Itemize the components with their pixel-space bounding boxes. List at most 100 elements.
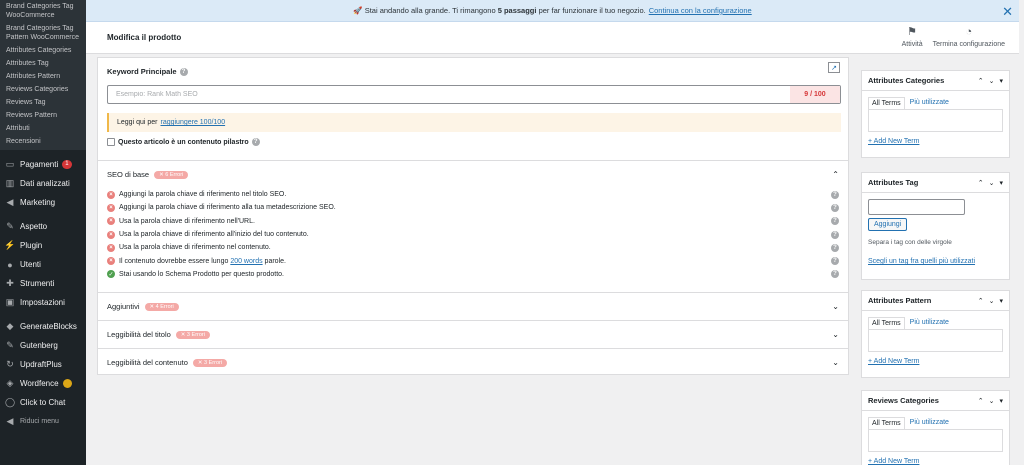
focus-keyword-input[interactable]	[108, 86, 790, 103]
submenu-attributi[interactable]: Attributi	[0, 122, 86, 135]
submenu-reviews-categories[interactable]: Reviews Categories	[0, 83, 86, 96]
sidebar-item-updraftplus[interactable]: ↻ UpdraftPlus	[0, 355, 86, 374]
window-scrollbar[interactable]	[1019, 0, 1024, 465]
tab-most-used[interactable]: Più utilizzate	[905, 317, 954, 329]
sidebar-item-label: Impostazioni	[20, 298, 65, 307]
pillar-content-option[interactable]: Questo articolo è un contenuto pilastro …	[107, 138, 260, 146]
chevron-down-icon[interactable]: ⌄	[989, 77, 995, 85]
tab-all-terms[interactable]: All Terms	[868, 97, 905, 109]
sidebar-item-gutenberg[interactable]: ✎ Gutenberg	[0, 336, 86, 355]
submenu-recensioni[interactable]: Recensioni	[0, 135, 86, 148]
chevron-down-icon[interactable]: ⌄	[989, 297, 995, 305]
section-content-readability: Leggibilità del contenuto ✕ 3 Errori ⌄	[98, 348, 848, 376]
section-header[interactable]: Leggibilità del contenuto ✕ 3 Errori ⌄	[98, 349, 848, 376]
caret-down-icon[interactable]: ▾	[999, 179, 1003, 187]
sidebar-item-wordfence[interactable]: ◈ Wordfence	[0, 374, 86, 393]
section-header[interactable]: Aggiuntivi ✕ 4 Errori ⌄	[98, 293, 848, 320]
sidebar-item-plugin[interactable]: ⚡ Plugin	[0, 236, 86, 255]
chevron-up-icon[interactable]: ⌃	[978, 397, 984, 405]
sidebar-item-dati-analizzati[interactable]: ▥ Dati analizzati	[0, 174, 86, 193]
chevron-up-icon[interactable]: ⌃	[978, 297, 984, 305]
caret-down-icon[interactable]: ▾	[999, 77, 1003, 85]
error-icon: ×	[107, 243, 115, 252]
choose-tag-link[interactable]: Scegli un tag fra quelli più utilizzati	[868, 258, 1003, 265]
sidebar-item-utenti[interactable]: ● Utenti	[0, 255, 86, 274]
help-icon[interactable]: ?	[831, 243, 839, 252]
tab-all-terms[interactable]: All Terms	[868, 317, 905, 329]
tag-input[interactable]	[868, 199, 965, 215]
trends-icon[interactable]: ↗	[828, 62, 840, 73]
activity-button[interactable]: ⚑ Attività	[902, 27, 923, 49]
submenu-brand-categories-tag-pattern[interactable]: Brand Categories Tag Pattern WooCommerce	[0, 22, 86, 44]
chevron-down-icon[interactable]: ⌄	[989, 179, 995, 187]
tab-most-used[interactable]: Più utilizzate	[905, 417, 954, 429]
score-hint: Leggi qui per raggiungere 100/100	[107, 113, 841, 132]
error-count-badge: ✕ 4 Errori	[144, 302, 179, 311]
submenu-attributes-pattern[interactable]: Attributes Pattern	[0, 70, 86, 83]
help-icon[interactable]: ?	[831, 257, 839, 266]
add-new-term-link[interactable]: + Add New Term	[868, 138, 1003, 145]
add-tag-button[interactable]: Aggiungi	[868, 218, 908, 231]
sidebar-item-click-to-chat[interactable]: ◯ Click to Chat	[0, 393, 86, 412]
chevron-down-icon[interactable]: ⌄	[832, 330, 839, 339]
help-icon[interactable]: ?	[831, 203, 839, 212]
sidebar-item-generateblocks[interactable]: ◆ GenerateBlocks	[0, 317, 86, 336]
collapse-menu-button[interactable]: ◀ Riduci menu	[0, 412, 86, 431]
continue-setup-link[interactable]: Continua con la configurazione	[649, 6, 752, 15]
section-aggiuntivi: Aggiuntivi ✕ 4 Errori ⌄	[98, 292, 848, 320]
brush-icon: ✎	[6, 221, 14, 231]
error-icon: ×	[107, 230, 115, 239]
box-header: Attributes Categories ⌃ ⌄ ▾	[862, 71, 1009, 91]
terms-list	[868, 429, 1003, 452]
caret-down-icon[interactable]: ▾	[999, 397, 1003, 405]
tab-most-used[interactable]: Più utilizzate	[905, 97, 954, 109]
tag-help-text: Separa i tag con delle virgole	[868, 239, 952, 246]
help-icon[interactable]: ?	[831, 270, 839, 279]
check-item: × Usa la parola chiave di riferimento nel…	[107, 241, 839, 254]
app-frame: Brand Categories Tag WooCommerce Brand C…	[0, 0, 1024, 465]
sidebar-item-impostazioni[interactable]: ▣ Impostazioni	[0, 293, 86, 312]
tab-all-terms[interactable]: All Terms	[868, 417, 905, 429]
collapse-label: Riduci menu	[20, 418, 59, 425]
chevron-down-icon[interactable]: ⌄	[832, 358, 839, 367]
reviews-categories-box: Reviews Categories ⌃ ⌄ ▾ All Terms Più uti…	[861, 390, 1010, 465]
help-icon[interactable]: ?	[251, 138, 260, 146]
section-header[interactable]: Leggibilità del titolo ✕ 3 Errori ⌄	[98, 321, 848, 348]
section-seo-base: SEO di base ✕ 6 Errori ⌃ × Aggiungi la pa…	[98, 160, 848, 292]
submenu-reviews-tag[interactable]: Reviews Tag	[0, 96, 86, 109]
help-icon[interactable]: ?	[179, 67, 188, 76]
pen-icon: ✎	[6, 340, 14, 350]
error-count-badge: ✕ 6 Errori	[154, 170, 189, 179]
pillar-content-checkbox[interactable]	[107, 138, 115, 146]
check-item: × Aggiungi la parola chiave di riferiment…	[107, 188, 839, 201]
chevron-up-icon[interactable]: ⌃	[978, 77, 984, 85]
submenu-attributes-categories[interactable]: Attributes Categories	[0, 44, 86, 57]
add-new-term-link[interactable]: + Add New Term	[868, 358, 1003, 365]
section-header[interactable]: SEO di base ✕ 6 Errori ⌃	[98, 161, 848, 188]
chevron-down-icon[interactable]: ⌄	[989, 397, 995, 405]
caret-down-icon[interactable]: ▾	[999, 297, 1003, 305]
sidebar-item-label: Gutenberg	[20, 341, 58, 350]
help-icon[interactable]: ?	[831, 230, 839, 239]
word-count-link[interactable]: 200 words	[230, 258, 262, 265]
sidebar-item-aspetto[interactable]: ✎ Aspetto	[0, 217, 86, 236]
finish-setup-button[interactable]: ◔ Termina configurazione	[933, 27, 1005, 49]
chevron-up-icon[interactable]: ⌃	[832, 170, 839, 179]
sidebar-item-pagamenti[interactable]: ▭ Pagamenti 1	[0, 155, 86, 174]
add-new-term-link[interactable]: + Add New Term	[868, 458, 1003, 465]
help-icon[interactable]: ?	[831, 217, 839, 226]
sidebar-item-strumenti[interactable]: ✚ Strumenti	[0, 274, 86, 293]
close-icon[interactable]: ✕	[1002, 4, 1013, 20]
chevron-up-icon[interactable]: ⌃	[978, 179, 984, 187]
submenu-attributes-tag[interactable]: Attributes Tag	[0, 57, 86, 70]
check-item: × Usa la parola chiave di riferimento all…	[107, 228, 839, 241]
content-area: 🚀 Stai andando alla grande. Ti rimangono…	[86, 0, 1019, 465]
settings-icon: ▣	[5, 297, 15, 307]
sidebar-item-marketing[interactable]: ◀ Marketing	[0, 193, 86, 212]
page-header: Modifica il prodotto ⚑ Attività ◔ Termin…	[86, 22, 1019, 54]
reach-100-link[interactable]: raggiungere 100/100	[160, 119, 225, 126]
chevron-down-icon[interactable]: ⌄	[832, 302, 839, 311]
submenu-reviews-pattern[interactable]: Reviews Pattern	[0, 109, 86, 122]
submenu-brand-categories-tag[interactable]: Brand Categories Tag WooCommerce	[0, 0, 86, 22]
help-icon[interactable]: ?	[831, 190, 839, 199]
